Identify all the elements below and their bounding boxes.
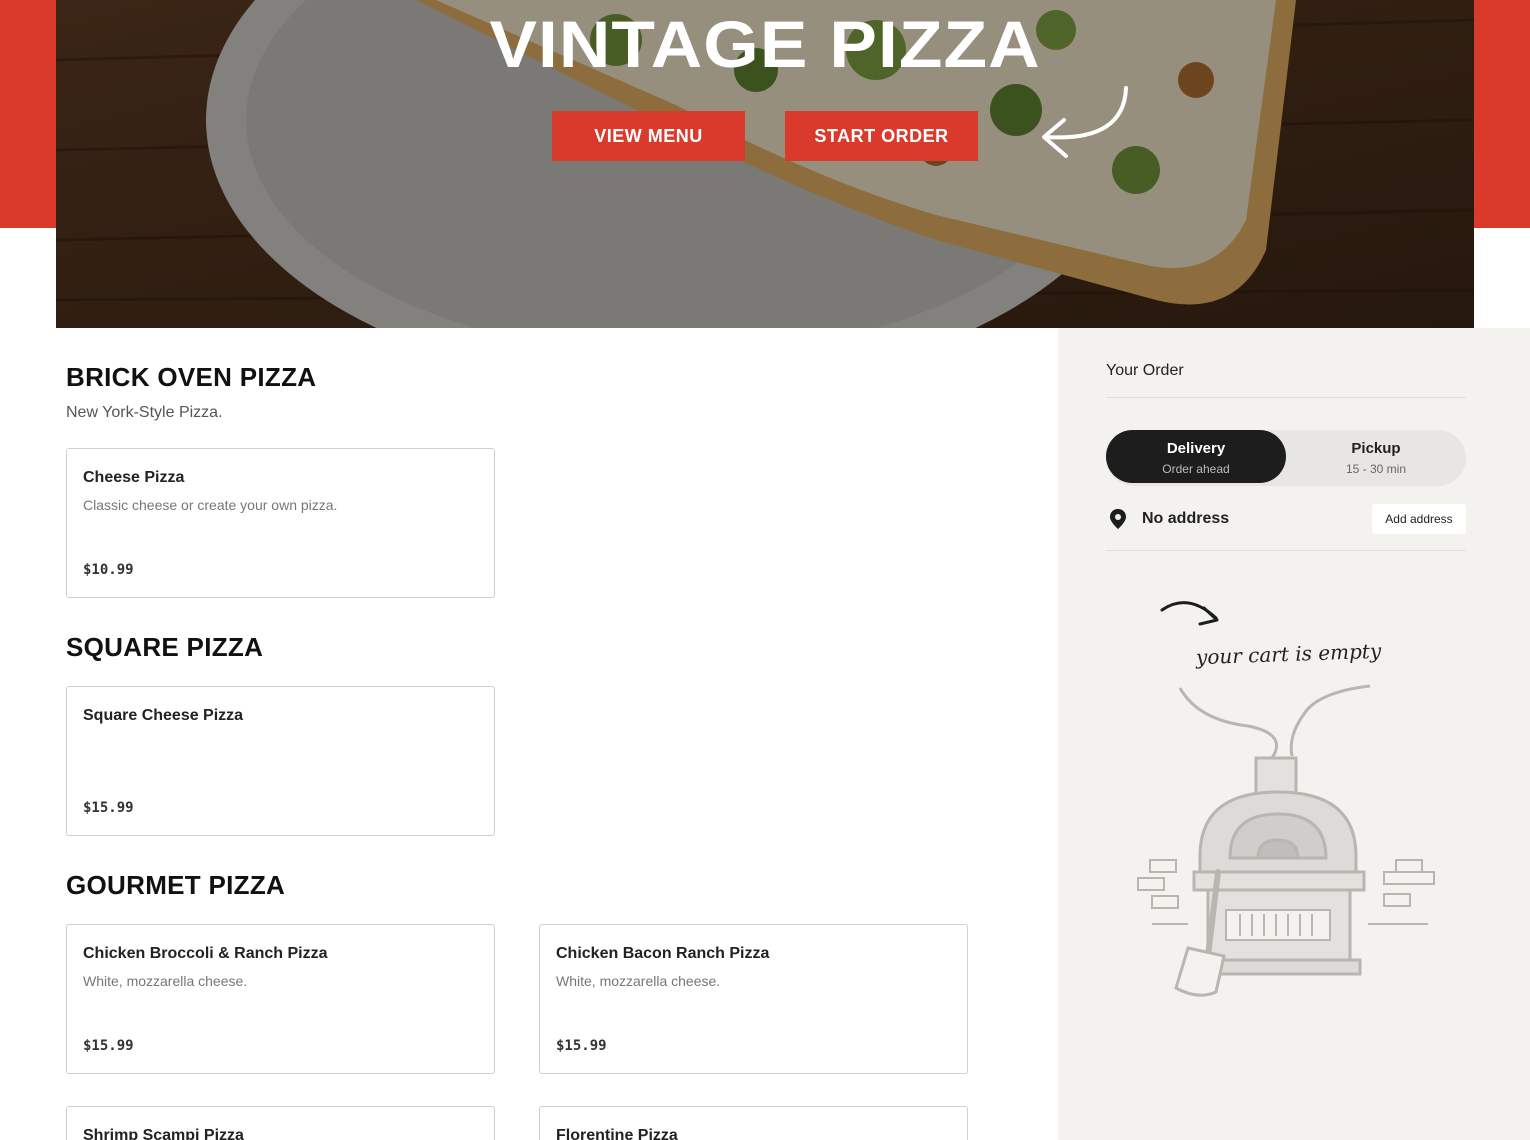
fulfillment-toggle: Delivery Order ahead Pickup 15 - 30 min — [1106, 430, 1466, 486]
section-title: BRICK OVEN PIZZA — [66, 362, 317, 392]
item-name: Cheese Pizza — [83, 469, 185, 486]
divider — [1106, 550, 1466, 551]
menu-item-card[interactable]: Cheese Pizza Classic cheese or create yo… — [66, 448, 495, 598]
add-address-button[interactable]: Add address — [1372, 504, 1466, 534]
hero-banner: VINTAGE PIZZA VIEW MENU START ORDER — [56, 0, 1474, 328]
item-description: Classic cheese or create your own pizza. — [83, 497, 338, 513]
pickup-label: Pickup — [1351, 440, 1401, 457]
order-sidebar: Your Order Delivery Order ahead Pickup 1… — [1058, 328, 1530, 1140]
item-price: $15.99 — [556, 1038, 607, 1054]
delivery-sub: Order ahead — [1162, 462, 1230, 476]
item-name: Florentine Pizza — [556, 1127, 678, 1140]
pickup-option[interactable]: Pickup 15 - 30 min — [1286, 430, 1466, 483]
item-name: Chicken Bacon Ranch Pizza — [556, 945, 770, 962]
address-text: No address — [1142, 510, 1230, 527]
section-title: GOURMET PIZZA — [66, 870, 286, 900]
menu-item-card[interactable]: Square Cheese Pizza $15.99 — [66, 686, 495, 836]
address-row: No address Add address — [1106, 504, 1466, 534]
menu-list: BRICK OVEN PIZZA New York-Style Pizza. C… — [0, 328, 1058, 1140]
item-name: Square Cheese Pizza — [83, 707, 244, 724]
item-name: Shrimp Scampi Pizza — [83, 1127, 244, 1140]
order-title: Your Order — [1106, 362, 1184, 379]
start-order-button[interactable]: START ORDER — [785, 111, 978, 161]
item-price: $15.99 — [83, 1038, 134, 1054]
pickup-sub: 15 - 30 min — [1345, 462, 1407, 476]
menu-item-card[interactable]: Florentine Pizza — [539, 1106, 968, 1140]
menu-item-card[interactable]: Chicken Broccoli & Ranch Pizza White, mo… — [66, 924, 495, 1074]
item-price: $15.99 — [83, 800, 134, 816]
divider — [1106, 397, 1466, 398]
item-description: White, mozzarella cheese. — [83, 973, 248, 989]
item-description: White, mozzarella cheese. — [556, 973, 721, 989]
view-menu-button[interactable]: VIEW MENU — [552, 111, 745, 161]
menu-item-card[interactable]: Shrimp Scampi Pizza — [66, 1106, 495, 1140]
menu-item-card[interactable]: Chicken Bacon Ranch Pizza White, mozzare… — [539, 924, 968, 1074]
section-subtitle: New York-Style Pizza. — [66, 404, 223, 421]
item-name: Chicken Broccoli & Ranch Pizza — [83, 945, 328, 962]
delivery-label: Delivery — [1166, 440, 1226, 457]
hero-title: VINTAGE PIZZA — [489, 7, 1041, 81]
location-pin-icon — [1110, 509, 1126, 529]
delivery-option[interactable]: Delivery Order ahead — [1106, 430, 1286, 483]
item-price: $10.99 — [83, 562, 134, 578]
hand-drawn-arrow-icon — [1042, 86, 1128, 158]
section-title: SQUARE PIZZA — [66, 632, 264, 662]
